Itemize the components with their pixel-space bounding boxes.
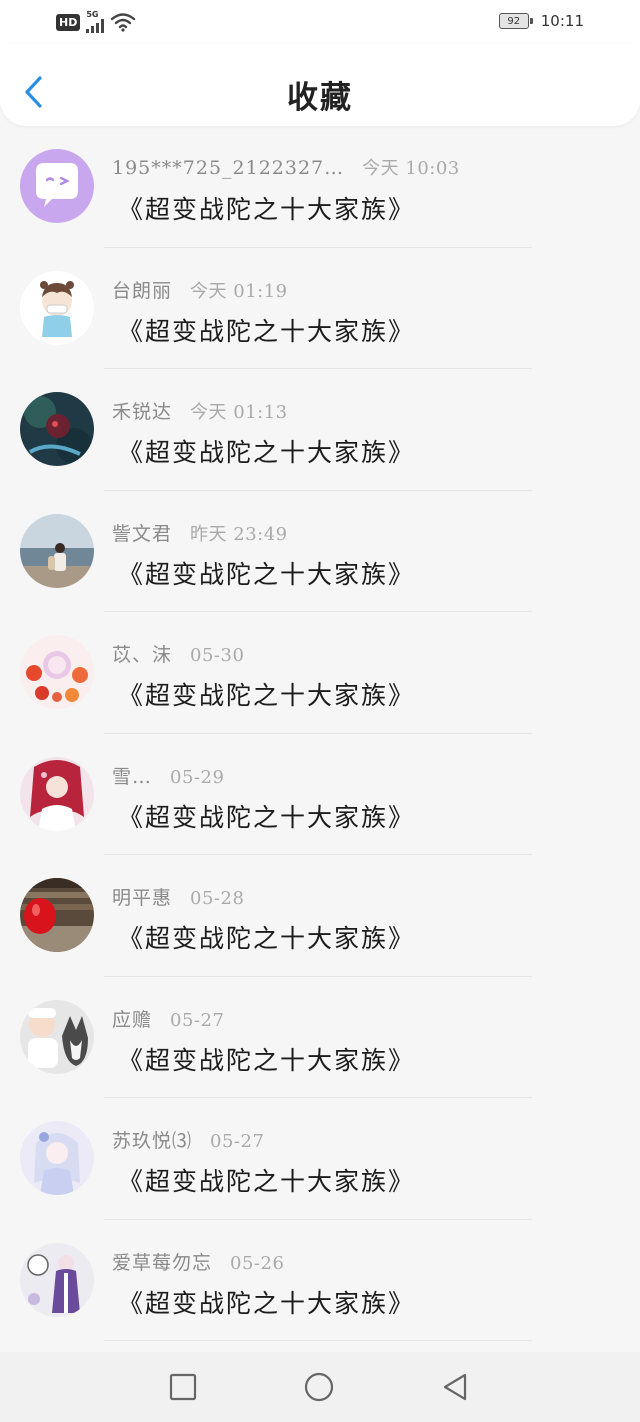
list-item[interactable]: 应赡 05-27 《超变战陀之十大家族》 — [0, 977, 640, 1098]
book-title[interactable]: 《超变战陀之十大家族》 — [118, 676, 415, 712]
timestamp: 05-30 — [190, 645, 245, 666]
avatar[interactable] — [20, 1242, 94, 1317]
back-nav-button[interactable] — [440, 1372, 470, 1402]
book-title[interactable]: 《超变战陀之十大家族》 — [118, 919, 415, 955]
book-title[interactable]: 《超变战陀之十大家族》 — [118, 1162, 415, 1198]
favorites-list: 195***725_2122327… 今天 10:03 《超变战陀之十大家族》 … — [0, 126, 640, 1341]
status-time: 10:11 — [540, 12, 584, 30]
avatar[interactable] — [20, 878, 94, 952]
user-name: 苡、沫 — [112, 644, 173, 666]
wifi-icon — [111, 13, 136, 32]
avatar[interactable] — [20, 999, 94, 1074]
network-type-label: 5G — [86, 10, 99, 19]
avatar[interactable] — [20, 270, 94, 345]
list-item[interactable]: 台朗丽 今天 01:19 《超变战陀之十大家族》 — [0, 248, 640, 369]
avatar[interactable] — [20, 513, 94, 588]
list-item[interactable]: 明平惠 05-28 《超变战陀之十大家族》 — [0, 855, 640, 977]
list-item[interactable]: 苡、沫 05-30 《超变战陀之十大家族》 — [0, 612, 640, 734]
book-title[interactable]: 《超变战陀之十大家族》 — [118, 312, 415, 348]
user-name: 应赡 — [112, 1008, 153, 1031]
battery-icon: 92 — [498, 13, 533, 29]
hd-badge: HD — [56, 13, 81, 31]
user-name: 明平惠 — [112, 887, 173, 909]
user-name: 195***725_2122327… — [112, 157, 345, 179]
list-item[interactable]: 雪… 05-29 《超变战陀之十大家族》 — [0, 734, 640, 855]
recents-button[interactable] — [168, 1372, 198, 1402]
timestamp: 05-27 — [170, 1009, 225, 1031]
recents-square-icon — [169, 1373, 197, 1401]
status-bar: HD 5G 92 10:11 — [0, 0, 640, 44]
avatar[interactable] — [20, 756, 94, 831]
book-title[interactable]: 《超变战陀之十大家族》 — [118, 190, 415, 226]
home-circle-icon — [304, 1372, 334, 1402]
battery-level: 92 — [507, 15, 521, 27]
timestamp: 05-26 — [230, 1252, 285, 1274]
timestamp: 今天 01:13 — [190, 402, 288, 423]
user-name: 台朗丽 — [112, 279, 173, 302]
system-nav-bar — [0, 1352, 640, 1422]
page-title: 收藏 — [287, 80, 353, 116]
divider — [104, 1340, 532, 1341]
timestamp: 05-27 — [210, 1131, 265, 1152]
list-item[interactable]: 苏玖悦⑶ 05-27 《超变战陀之十大家族》 — [0, 1098, 640, 1220]
user-name: 雪… — [112, 765, 153, 788]
status-right: 92 10:11 — [498, 12, 584, 30]
user-name: 爱草莓勿忘 — [112, 1251, 213, 1274]
timestamp: 05-29 — [170, 766, 225, 788]
book-title[interactable]: 《超变战陀之十大家族》 — [118, 555, 415, 591]
avatar[interactable] — [20, 1121, 94, 1195]
book-title[interactable]: 《超变战陀之十大家族》 — [118, 798, 415, 834]
user-name: 禾锐达 — [112, 401, 173, 423]
list-item[interactable]: 爱草莓勿忘 05-26 《超变战陀之十大家族》 — [0, 1220, 640, 1341]
user-name: 訾文君 — [112, 522, 173, 545]
book-title[interactable]: 《超变战陀之十大家族》 — [118, 1041, 415, 1077]
timestamp: 今天 01:19 — [190, 280, 288, 302]
timestamp: 今天 10:03 — [362, 158, 460, 179]
book-title[interactable]: 《超变战陀之十大家族》 — [118, 433, 415, 469]
list-item[interactable]: 禾锐达 今天 01:13 《超变战陀之十大家族》 — [0, 369, 640, 491]
timestamp: 05-28 — [190, 888, 245, 909]
page-header: 收藏 — [0, 44, 640, 126]
avatar[interactable] — [20, 392, 94, 466]
book-title[interactable]: 《超变战陀之十大家族》 — [118, 1284, 415, 1320]
avatar[interactable] — [20, 635, 94, 709]
timestamp: 昨天 23:49 — [190, 523, 288, 545]
home-button[interactable] — [304, 1372, 334, 1402]
list-item[interactable]: 訾文君 昨天 23:49 《超变战陀之十大家族》 — [0, 491, 640, 612]
avatar[interactable] — [20, 149, 94, 223]
user-name: 苏玖悦⑶ — [112, 1130, 193, 1152]
list-item[interactable]: 195***725_2122327… 今天 10:03 《超变战陀之十大家族》 — [0, 126, 640, 248]
back-triangle-icon — [443, 1373, 467, 1401]
cellular-signal-icon: 5G — [86, 10, 105, 33]
status-left: HD 5G — [56, 11, 136, 33]
